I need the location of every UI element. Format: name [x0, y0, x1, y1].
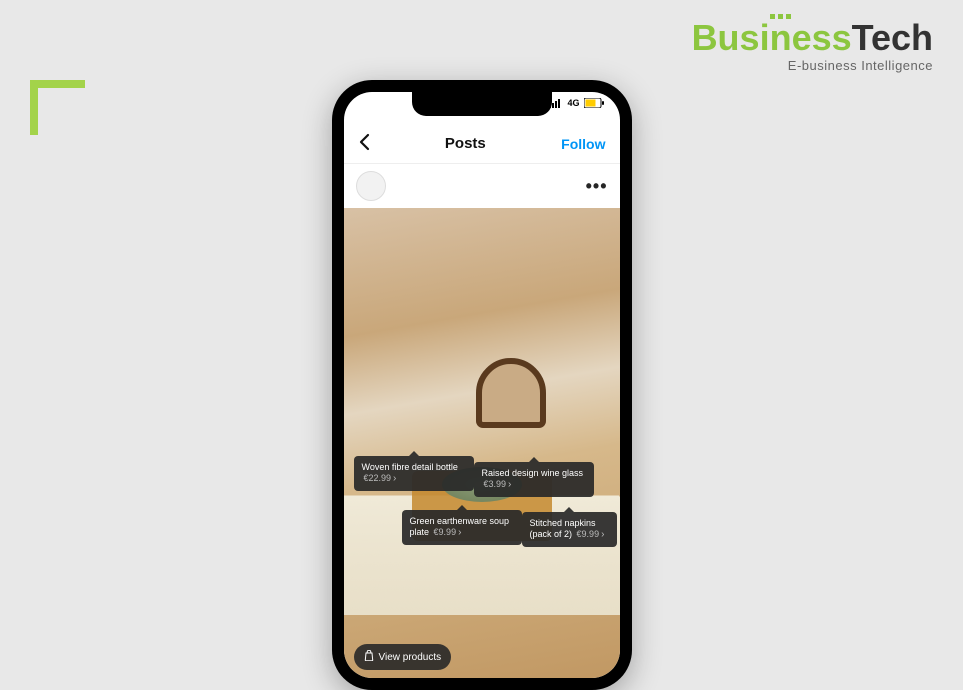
decorative-corner: [30, 80, 85, 135]
network-label: 4G: [567, 98, 579, 108]
product-tag[interactable]: Green earthenware soup plate €9.99›: [402, 510, 522, 545]
view-products-button[interactable]: View products: [354, 644, 452, 670]
avatar[interactable]: [356, 171, 386, 201]
chevron-right-icon: ›: [393, 473, 396, 484]
logo-part2: Tech: [852, 17, 933, 58]
battery-icon: [584, 98, 604, 108]
nav-bar: Posts Follow: [344, 124, 620, 164]
tag-label: Woven fibre detail bottle: [362, 462, 458, 472]
logo-text: BusinessTech: [692, 20, 933, 56]
phone-screen: 4G Posts Follow ••• Woven fibre detail b…: [344, 92, 620, 678]
chevron-right-icon: ›: [601, 529, 604, 540]
view-products-label: View products: [379, 652, 442, 663]
shopping-bag-icon: [364, 650, 374, 664]
tag-price: €3.99: [484, 479, 507, 489]
chevron-right-icon: ›: [458, 527, 461, 538]
chevron-right-icon: ›: [508, 479, 511, 490]
product-tag[interactable]: Stitched napkins (pack of 2) €9.99›: [522, 512, 617, 547]
logo-accent-dots: [770, 14, 791, 19]
product-tag[interactable]: Raised design wine glass €3.99›: [474, 462, 594, 497]
post-header: •••: [344, 164, 620, 208]
phone-notch: [412, 92, 552, 116]
chevron-left-icon: [358, 133, 370, 151]
page-title: Posts: [445, 135, 486, 152]
more-options-icon[interactable]: •••: [586, 176, 608, 197]
tag-price: €9.99: [577, 529, 600, 539]
signal-icon: [549, 99, 563, 108]
status-bar: 4G: [549, 98, 603, 108]
product-tag[interactable]: Woven fibre detail bottle €22.99›: [354, 456, 474, 491]
logo-tagline: E-business Intelligence: [692, 58, 933, 73]
logo-part1: Business: [692, 17, 852, 58]
tag-label: Raised design wine glass: [482, 468, 584, 478]
scene-chair: [476, 358, 546, 428]
phone-frame: 4G Posts Follow ••• Woven fibre detail b…: [332, 80, 632, 690]
follow-button[interactable]: Follow: [561, 136, 605, 152]
brand-logo: BusinessTech E-business Intelligence: [692, 20, 933, 73]
post-image[interactable]: Woven fibre detail bottle €22.99› Raised…: [344, 208, 620, 678]
tag-price: €22.99: [364, 473, 392, 483]
back-button[interactable]: [358, 131, 370, 157]
